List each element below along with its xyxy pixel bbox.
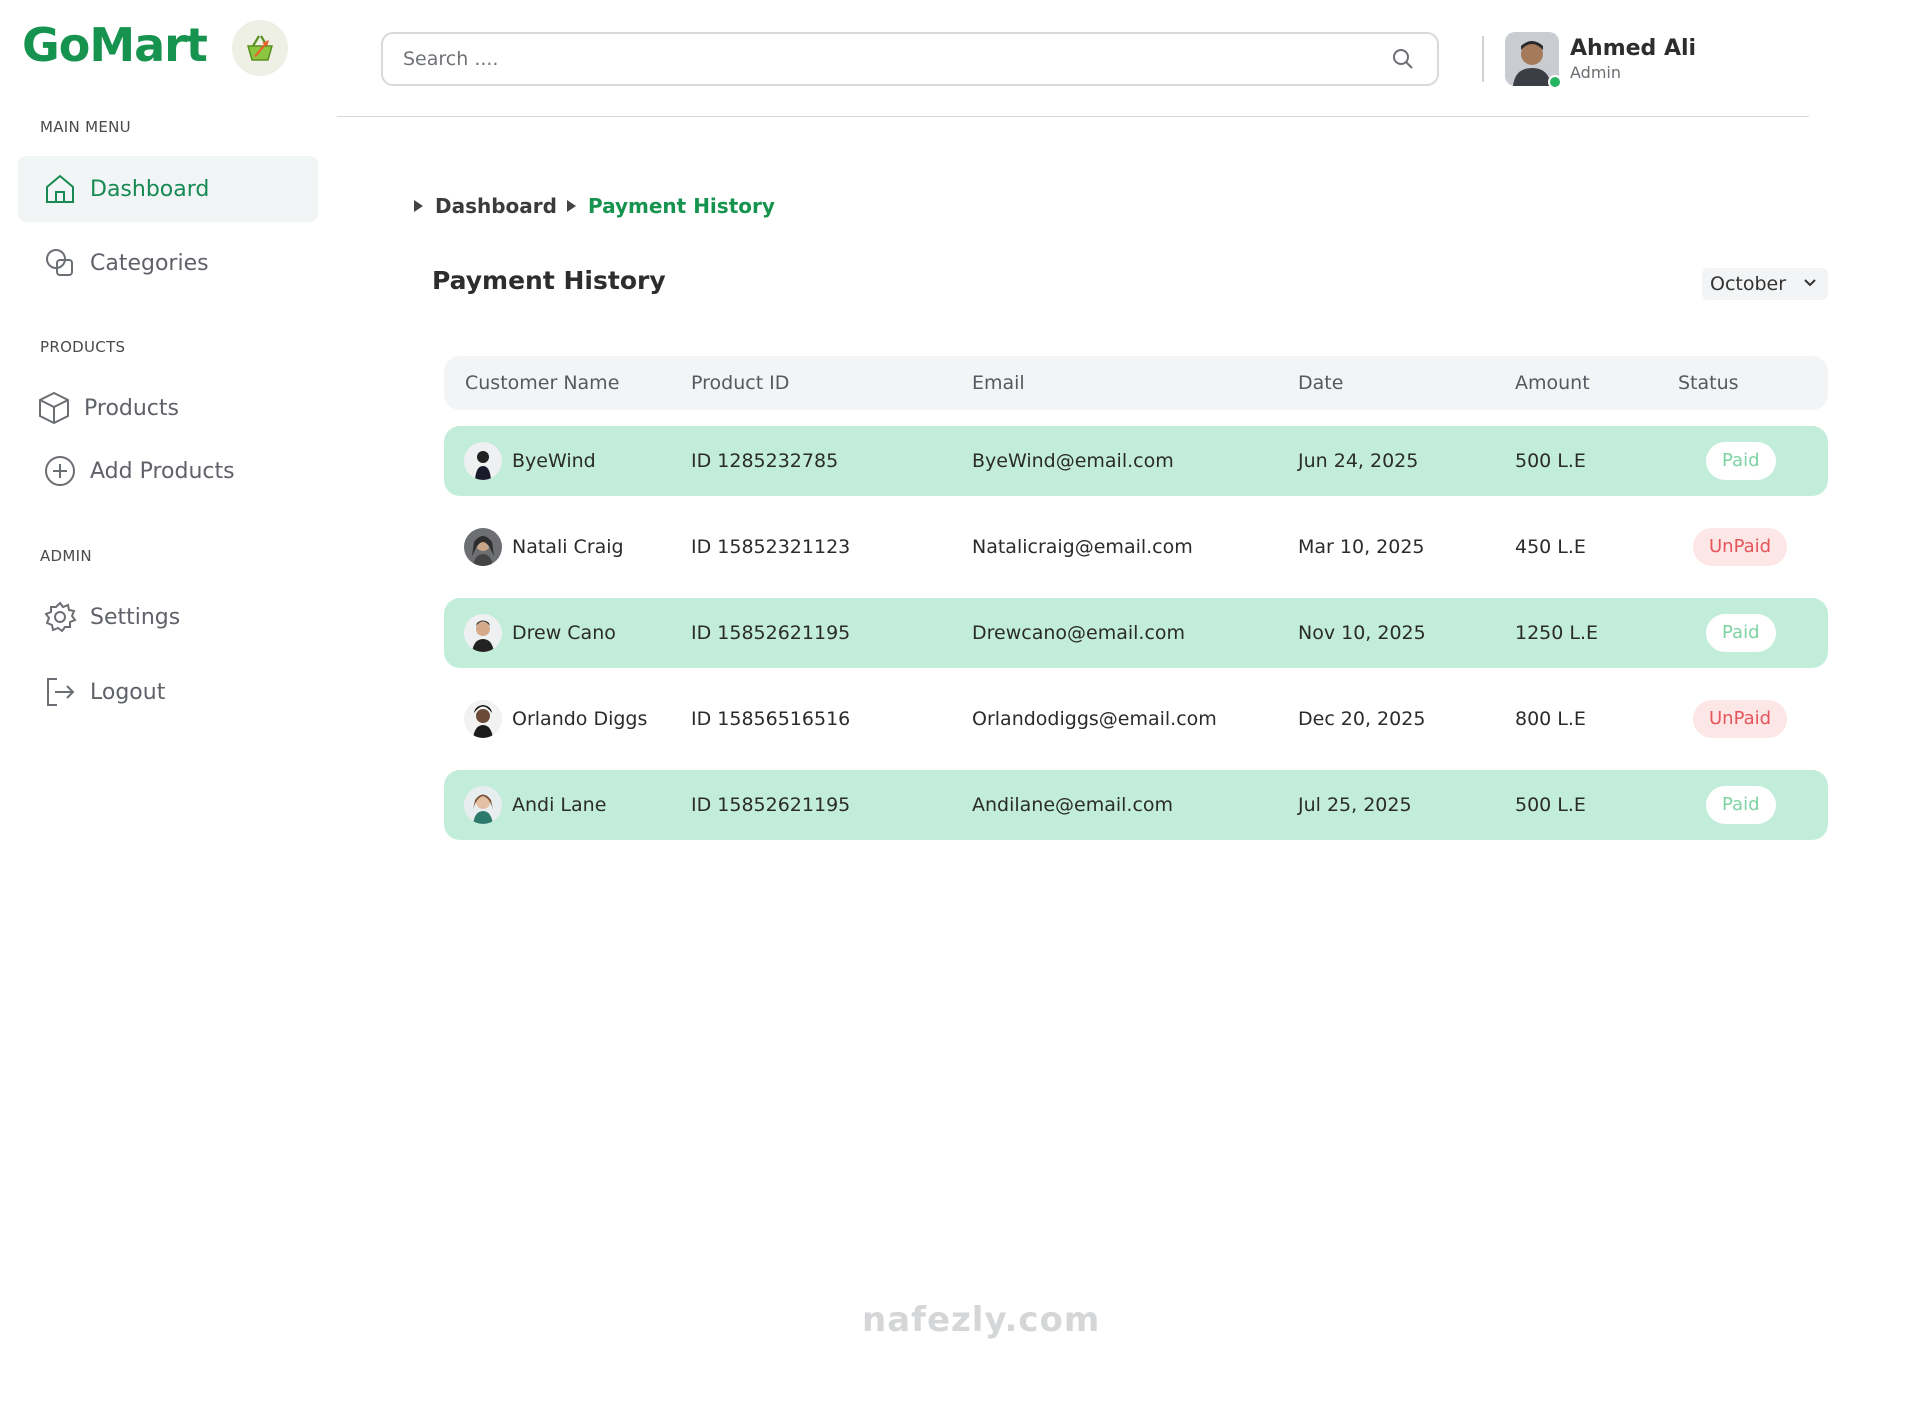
header-divider: [1482, 36, 1484, 82]
date-cell: Nov 10, 2025: [1298, 622, 1426, 644]
sidebar-item-add-products[interactable]: Add Products: [18, 438, 318, 504]
basket-logo-icon: [232, 20, 288, 76]
sidebar-item-settings[interactable]: Settings: [18, 584, 318, 650]
column-header-product-id[interactable]: Product ID: [691, 356, 789, 410]
table-row[interactable]: Drew Cano ID 15852621195 Drewcano@email.…: [444, 598, 1828, 668]
breadcrumb-caret-icon: [566, 200, 576, 212]
customer-name-cell: ByeWind: [464, 426, 596, 496]
section-label-main-menu: MAIN MENU: [40, 118, 131, 136]
status-badge: Paid: [1706, 786, 1776, 824]
customer-name-cell: Natali Craig: [464, 512, 624, 582]
user-name: Ahmed Ali: [1570, 36, 1697, 61]
avatar[interactable]: [1505, 32, 1562, 89]
email-cell: Natalicraig@email.com: [972, 536, 1193, 558]
sidebar-item-logout[interactable]: Logout: [18, 659, 318, 725]
column-header-customer-name[interactable]: Customer Name: [465, 356, 619, 410]
product-id-cell: ID 15852321123: [691, 536, 851, 558]
header-separator: [337, 116, 1809, 117]
email-cell: ByeWind@email.com: [972, 450, 1174, 472]
brand-logo[interactable]: GoMart: [22, 18, 208, 72]
search-bar[interactable]: [381, 32, 1439, 86]
customer-name: Drew Cano: [512, 622, 616, 644]
column-header-amount[interactable]: Amount: [1515, 356, 1590, 410]
search-icon[interactable]: [1389, 45, 1417, 73]
breadcrumb-caret-icon: [414, 200, 423, 212]
plus-circle-icon: [42, 453, 78, 489]
status-badge: Paid: [1706, 442, 1776, 480]
amount-cell: 500 L.E: [1515, 794, 1586, 816]
online-status-indicator: [1548, 75, 1562, 89]
status-badge: UnPaid: [1693, 528, 1788, 566]
section-label-admin: ADMIN: [40, 547, 92, 565]
status-badge: Paid: [1706, 614, 1776, 652]
customer-name: ByeWind: [512, 450, 596, 472]
month-select-value: October: [1710, 273, 1787, 295]
email-cell: Drewcano@email.com: [972, 622, 1186, 644]
customer-name: Orlando Diggs: [512, 708, 648, 730]
page-title: Payment History: [432, 266, 666, 295]
avatar: [464, 528, 502, 566]
email-cell: Orlandodiggs@email.com: [972, 708, 1217, 730]
column-header-email[interactable]: Email: [972, 356, 1025, 410]
brand-name: GoMart: [22, 18, 208, 72]
email-cell: Andilane@email.com: [972, 794, 1174, 816]
sidebar-item-categories[interactable]: Categories: [18, 230, 318, 296]
sidebar-item-label: Categories: [90, 250, 209, 276]
breadcrumb: Dashboard Payment History: [414, 194, 785, 218]
table-row[interactable]: Natali Craig ID 15852321123 Natalicraig@…: [444, 512, 1828, 582]
avatar: [464, 700, 502, 738]
watermark-text: nafezly.com: [862, 1300, 1101, 1340]
customer-name: Natali Craig: [512, 536, 624, 558]
date-cell: Jun 24, 2025: [1298, 450, 1419, 472]
table-header: Customer Name Product ID Email Date Amou…: [444, 356, 1828, 410]
sidebar-item-products[interactable]: Products: [18, 375, 318, 441]
date-cell: Jul 25, 2025: [1298, 794, 1412, 816]
customer-name-cell: Drew Cano: [464, 598, 616, 668]
sidebar-item-label: Settings: [90, 604, 181, 630]
logout-icon: [42, 674, 78, 710]
breadcrumb-item-dashboard[interactable]: Dashboard: [435, 194, 557, 218]
amount-cell: 800 L.E: [1515, 708, 1586, 730]
amount-cell: 500 L.E: [1515, 450, 1586, 472]
search-input[interactable]: [403, 48, 1389, 70]
status-badge: UnPaid: [1693, 700, 1788, 738]
product-id-cell: ID 15856516516: [691, 708, 851, 730]
amount-cell: 1250 L.E: [1515, 622, 1599, 644]
chevron-down-icon: [1802, 273, 1818, 295]
month-select[interactable]: October: [1702, 268, 1828, 300]
customer-name-cell: Andi Lane: [464, 770, 606, 840]
table-row[interactable]: Orlando Diggs ID 15856516516 Orlandodigg…: [444, 684, 1828, 754]
table-row[interactable]: ByeWind ID 1285232785 ByeWind@email.com …: [444, 426, 1828, 496]
product-id-cell: ID 15852621195: [691, 622, 851, 644]
section-label-products: PRODUCTS: [40, 338, 126, 356]
table-row[interactable]: Andi Lane ID 15852621195 Andilane@email.…: [444, 770, 1828, 840]
date-cell: Dec 20, 2025: [1298, 708, 1426, 730]
sidebar-item-label: Logout: [90, 679, 166, 705]
categories-icon: [42, 245, 78, 281]
home-icon: [42, 171, 78, 207]
watermark: nafezly.com: [862, 1300, 1100, 1340]
gear-icon: [42, 599, 78, 635]
product-id-cell: ID 1285232785: [691, 450, 839, 472]
user-profile[interactable]: Ahmed Ali Admin: [1505, 32, 1696, 89]
avatar: [464, 786, 502, 824]
column-header-date[interactable]: Date: [1298, 356, 1343, 410]
customer-name: Andi Lane: [512, 794, 607, 816]
box-icon: [36, 390, 72, 426]
avatar: [464, 614, 502, 652]
sidebar: GoMart MAIN MENU Dashboard Categories PR…: [0, 0, 335, 1404]
breadcrumb-item-payment-history: Payment History: [587, 194, 775, 218]
customer-name-cell: Orlando Diggs: [464, 684, 647, 754]
sidebar-item-dashboard[interactable]: Dashboard: [18, 156, 318, 222]
product-id-cell: ID 15852621195: [691, 794, 851, 816]
sidebar-item-label: Add Products: [90, 458, 235, 484]
sidebar-item-label: Products: [84, 395, 179, 421]
date-cell: Mar 10, 2025: [1298, 536, 1425, 558]
amount-cell: 450 L.E: [1515, 536, 1586, 558]
column-header-status[interactable]: Status: [1678, 356, 1739, 410]
sidebar-item-label: Dashboard: [90, 176, 210, 202]
user-info: Ahmed Ali Admin: [1570, 36, 1696, 82]
avatar: [464, 442, 502, 480]
user-role: Admin: [1570, 63, 1621, 82]
